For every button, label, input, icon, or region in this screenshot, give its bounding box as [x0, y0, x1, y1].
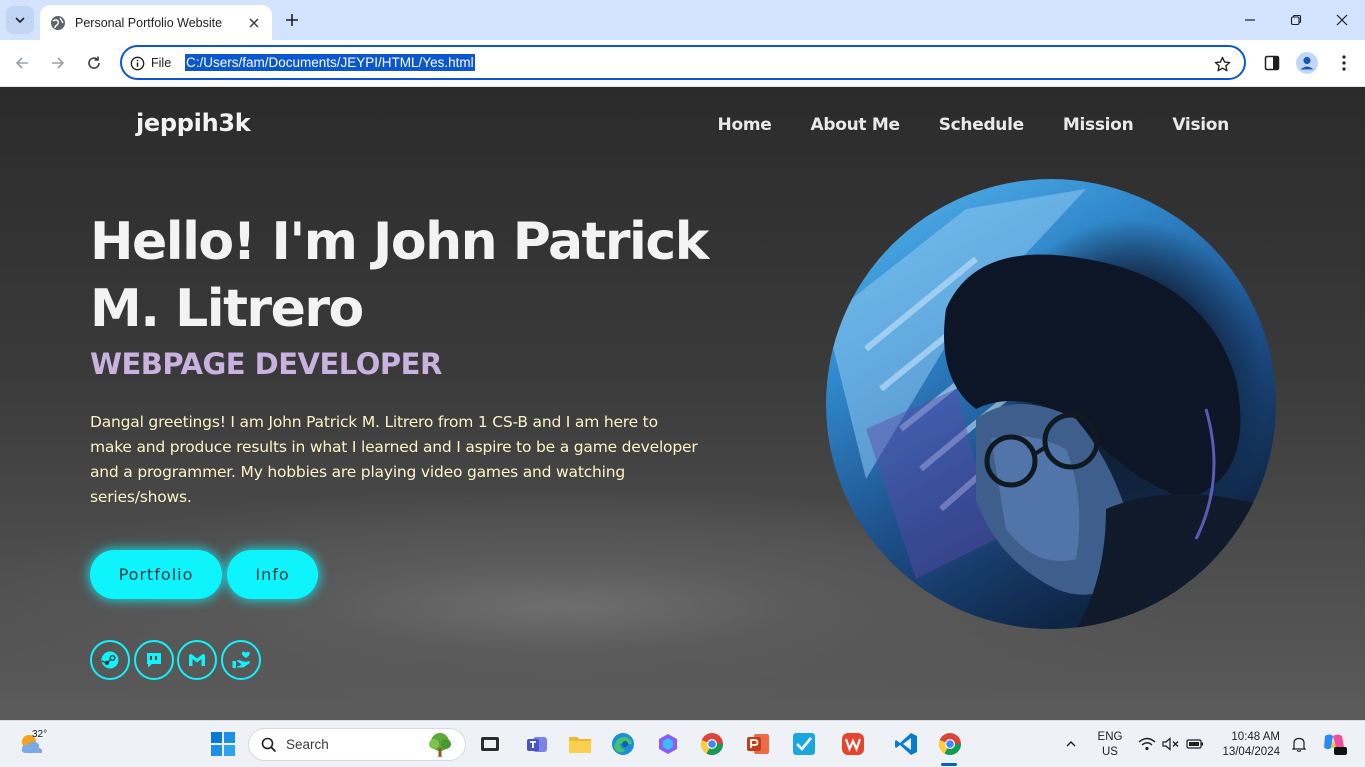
task-view-button[interactable] — [477, 731, 503, 757]
search-icon — [261, 737, 277, 752]
close-icon — [1336, 14, 1348, 26]
site-info-chip[interactable]: File — [130, 53, 171, 73]
powerpoint-icon — [747, 734, 769, 754]
reload-icon — [88, 56, 100, 69]
info-button[interactable]: Info — [227, 550, 318, 599]
kebab-menu-icon[interactable] — [1333, 52, 1355, 74]
address-bar[interactable]: File C:/Users/fam/Documents/JEYPI/HTML/Y… — [120, 45, 1246, 80]
wps-icon — [842, 733, 864, 755]
tray-overflow-chevron-icon[interactable] — [1062, 735, 1080, 753]
language-top: ENG — [1097, 731, 1123, 743]
tab-search-button[interactable] — [6, 6, 34, 34]
chat-link[interactable] — [133, 640, 174, 680]
minimize-button[interactable] — [1227, 0, 1273, 40]
back-arrow-icon — [15, 57, 28, 69]
copilot-icon — [659, 734, 677, 754]
language-indicator[interactable]: ENG US — [1093, 730, 1127, 760]
edge-button[interactable] — [610, 731, 636, 757]
browser-tab-bar: Personal Portfolio Website — [0, 0, 1365, 40]
site-info-label: File — [151, 56, 172, 70]
folder-icon — [569, 737, 591, 753]
language-bottom: US — [1102, 746, 1118, 758]
clock-date: 13/04/2024 — [1222, 746, 1280, 758]
support-icon — [232, 651, 250, 668]
hero-title: Hello! I'm John Patrick M. Litrero — [90, 212, 709, 339]
chevron-down-icon — [15, 17, 25, 24]
site-logo[interactable]: jeppih3k — [136, 109, 251, 137]
chrome-active-icon — [938, 733, 961, 755]
taskbar-search[interactable]: Search — [248, 728, 466, 761]
close-tab-icon[interactable] — [246, 15, 262, 31]
todo-button[interactable] — [791, 731, 817, 757]
nav-home[interactable]: Home — [718, 115, 772, 135]
windows-taskbar: 32° Search ENG US 10:48 AM 13/04/2024 — [0, 720, 1365, 767]
social-links — [90, 640, 264, 680]
copilot-button[interactable] — [655, 731, 681, 757]
clock-time: 10:48 AM — [1231, 731, 1280, 743]
nav-mission[interactable]: Mission — [1063, 115, 1134, 135]
profile-photo — [826, 179, 1276, 629]
reload-button[interactable] — [81, 50, 107, 76]
wps-button[interactable] — [840, 731, 866, 757]
forward-button[interactable] — [45, 50, 71, 76]
plus-icon — [286, 14, 298, 26]
vscode-icon — [895, 733, 917, 755]
task-view-icon — [481, 737, 499, 751]
windows-logo-icon — [211, 732, 235, 756]
file-explorer-button[interactable] — [567, 731, 593, 757]
steam-icon — [101, 651, 119, 669]
teams-button[interactable] — [524, 731, 550, 757]
gmail-link[interactable] — [177, 640, 217, 680]
globe-icon — [50, 15, 66, 31]
notifications-bell-icon[interactable] — [1290, 735, 1308, 753]
restore-button[interactable] — [1273, 0, 1319, 40]
tree-highlight-icon — [429, 733, 451, 757]
hero-role: WEBPAGE DEVELOPER — [90, 347, 442, 381]
edge-icon — [612, 733, 634, 755]
close-window-button[interactable] — [1319, 0, 1365, 40]
teams-icon — [527, 737, 547, 752]
copilot-preview-icon[interactable] — [1321, 732, 1347, 756]
browser-toolbar: File C:/Users/fam/Documents/JEYPI/HTML/Y… — [0, 40, 1365, 87]
bookmark-star-icon[interactable] — [1212, 54, 1232, 74]
search-label: Search — [286, 737, 329, 752]
nav-vision[interactable]: Vision — [1172, 115, 1229, 135]
hero-description: Dangal greetings! I am John Patrick M. L… — [90, 413, 698, 506]
info-icon — [130, 56, 145, 70]
vscode-button[interactable] — [893, 731, 919, 757]
portfolio-page: jeppih3k Home About Me Schedule Mission … — [0, 87, 1365, 720]
browser-tab-active[interactable]: Personal Portfolio Website — [40, 5, 272, 40]
steam-link[interactable] — [90, 640, 130, 680]
chrome-icon — [700, 733, 723, 755]
clock[interactable]: 10:48 AM 13/04/2024 — [1214, 730, 1280, 760]
active-app-indicator — [941, 763, 957, 766]
start-button[interactable] — [211, 732, 235, 756]
tab-title: Personal Portfolio Website — [75, 15, 223, 30]
battery-icon[interactable] — [1186, 735, 1204, 753]
new-tab-button[interactable] — [280, 8, 304, 32]
forward-arrow-icon — [52, 57, 65, 69]
minimize-icon — [1245, 19, 1255, 21]
chat-icon — [146, 653, 161, 668]
support-link[interactable] — [220, 640, 261, 680]
chrome-active-button[interactable] — [937, 731, 963, 757]
chrome-button[interactable] — [699, 731, 725, 757]
url-text[interactable]: C:/Users/fam/Documents/JEYPI/HTML/Yes.ht… — [185, 54, 475, 71]
back-button[interactable] — [9, 50, 35, 76]
todo-icon — [793, 733, 815, 755]
powerpoint-button[interactable] — [745, 731, 771, 757]
side-panel-icon[interactable] — [1261, 52, 1283, 74]
weather-temperature: 32° — [32, 729, 48, 740]
portfolio-button[interactable]: Portfolio — [90, 550, 222, 599]
volume-muted-icon[interactable] — [1162, 735, 1180, 753]
gmail-icon — [189, 653, 205, 666]
nav-about-me[interactable]: About Me — [810, 115, 900, 135]
nav-schedule[interactable]: Schedule — [939, 115, 1024, 135]
wifi-icon[interactable] — [1138, 735, 1156, 753]
site-nav: Home About Me Schedule Mission Vision — [679, 115, 1230, 135]
restore-icon — [1290, 14, 1302, 26]
profile-photo-illustration — [826, 189, 1276, 629]
profile-avatar-icon[interactable] — [1296, 52, 1318, 74]
